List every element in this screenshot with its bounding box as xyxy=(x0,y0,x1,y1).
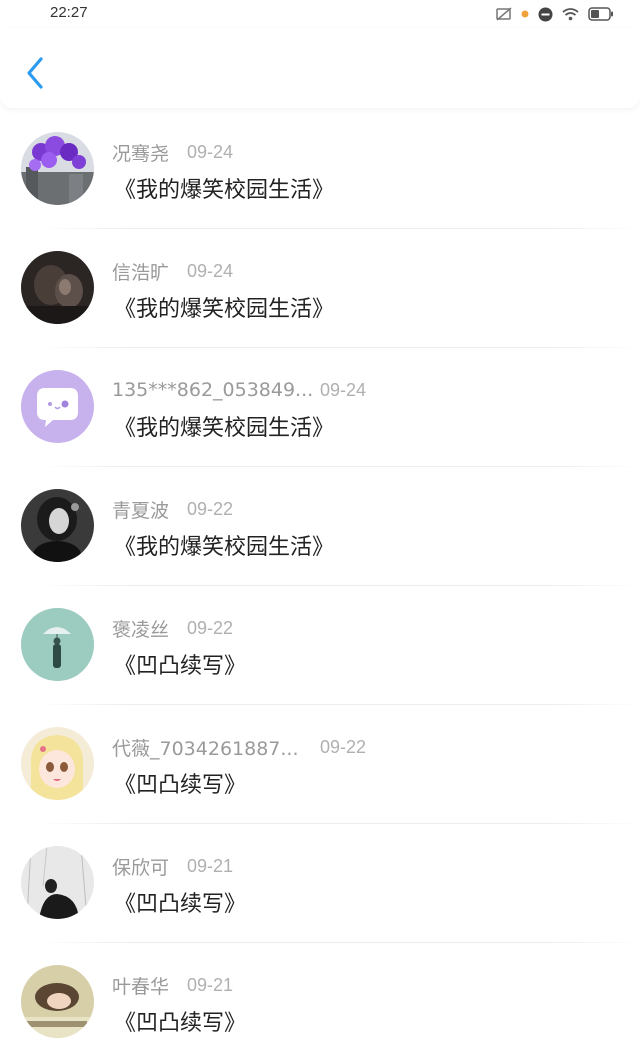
notification-dot-icon xyxy=(521,10,529,18)
user-name[interactable]: 信浩旷 xyxy=(112,258,169,285)
avatar[interactable] xyxy=(21,846,94,919)
list-item[interactable]: 青夏波 09-22 《我的爆笑校园生活》 xyxy=(0,467,640,586)
back-button[interactable] xyxy=(18,53,52,93)
status-icons xyxy=(496,5,614,23)
header-bar xyxy=(0,28,640,108)
user-name[interactable]: 代薇_7034261887... xyxy=(112,734,312,761)
book-title[interactable]: 《凹凸续写》 xyxy=(114,1005,246,1037)
do-not-disturb-icon xyxy=(538,7,553,22)
book-title[interactable]: 《我的爆笑校园生活》 xyxy=(114,529,334,561)
list-item[interactable]: 况骞尧 09-24 《我的爆笑校园生活》 xyxy=(0,110,640,229)
list-item[interactable]: 叶春华 09-21 《凹凸续写》 xyxy=(0,943,640,1062)
name-line: 青夏波 09-22 xyxy=(112,496,234,523)
name-line: 叶春华 09-21 xyxy=(112,972,234,999)
user-name[interactable]: 褒凌丝 xyxy=(112,615,169,642)
date-label: 09-24 xyxy=(187,141,234,162)
avatar[interactable] xyxy=(21,132,94,205)
date-label: 09-24 xyxy=(320,379,367,400)
name-line: 信浩旷 09-24 xyxy=(112,258,234,285)
name-line: 代薇_7034261887... 09-22 xyxy=(112,734,367,761)
date-label: 09-22 xyxy=(320,736,367,757)
user-name[interactable]: 叶春华 xyxy=(112,972,169,999)
battery-icon xyxy=(588,7,614,21)
avatar[interactable] xyxy=(21,489,94,562)
user-name[interactable]: 135***862_053849... xyxy=(112,379,313,401)
list-item[interactable]: 135***862_053849... 09-24 《我的爆笑校园生活》 xyxy=(0,348,640,467)
avatar[interactable] xyxy=(21,251,94,324)
name-line: 保欣可 09-21 xyxy=(112,853,234,880)
chevron-left-icon xyxy=(27,57,43,89)
user-name[interactable]: 保欣可 xyxy=(112,853,169,880)
date-label: 09-22 xyxy=(187,498,234,519)
date-label: 09-21 xyxy=(187,855,234,876)
status-bar: 22:27 xyxy=(0,0,640,28)
date-label: 09-21 xyxy=(187,974,234,995)
date-label: 09-24 xyxy=(187,260,234,281)
book-title[interactable]: 《凹凸续写》 xyxy=(114,886,246,918)
status-time: 22:27 xyxy=(50,4,88,21)
sim-off-icon xyxy=(496,7,512,21)
user-name[interactable]: 青夏波 xyxy=(112,496,169,523)
date-label: 09-22 xyxy=(187,617,234,638)
list-item[interactable]: 信浩旷 09-24 《我的爆笑校园生活》 xyxy=(0,229,640,348)
book-title[interactable]: 《凹凸续写》 xyxy=(114,648,246,680)
name-line: 褒凌丝 09-22 xyxy=(112,615,234,642)
book-title[interactable]: 《我的爆笑校园生活》 xyxy=(114,172,334,204)
book-title[interactable]: 《我的爆笑校园生活》 xyxy=(114,291,334,323)
name-line: 135***862_053849... 09-24 xyxy=(112,378,366,402)
avatar[interactable] xyxy=(21,370,94,443)
avatar[interactable] xyxy=(21,727,94,800)
list-item[interactable]: 保欣可 09-21 《凹凸续写》 xyxy=(0,824,640,943)
name-line: 况骞尧 09-24 xyxy=(112,139,234,166)
user-name[interactable]: 况骞尧 xyxy=(112,139,169,166)
message-list: 况骞尧 09-24 《我的爆笑校园生活》 信浩旷 09-24 《我的爆笑校园生活… xyxy=(0,110,640,1062)
book-title[interactable]: 《凹凸续写》 xyxy=(114,767,246,799)
avatar[interactable] xyxy=(21,965,94,1038)
book-title[interactable]: 《我的爆笑校园生活》 xyxy=(114,410,334,442)
list-item[interactable]: 代薇_7034261887... 09-22 《凹凸续写》 xyxy=(0,705,640,824)
wifi-icon xyxy=(562,7,579,21)
list-item[interactable]: 褒凌丝 09-22 《凹凸续写》 xyxy=(0,586,640,705)
avatar[interactable] xyxy=(21,608,94,681)
